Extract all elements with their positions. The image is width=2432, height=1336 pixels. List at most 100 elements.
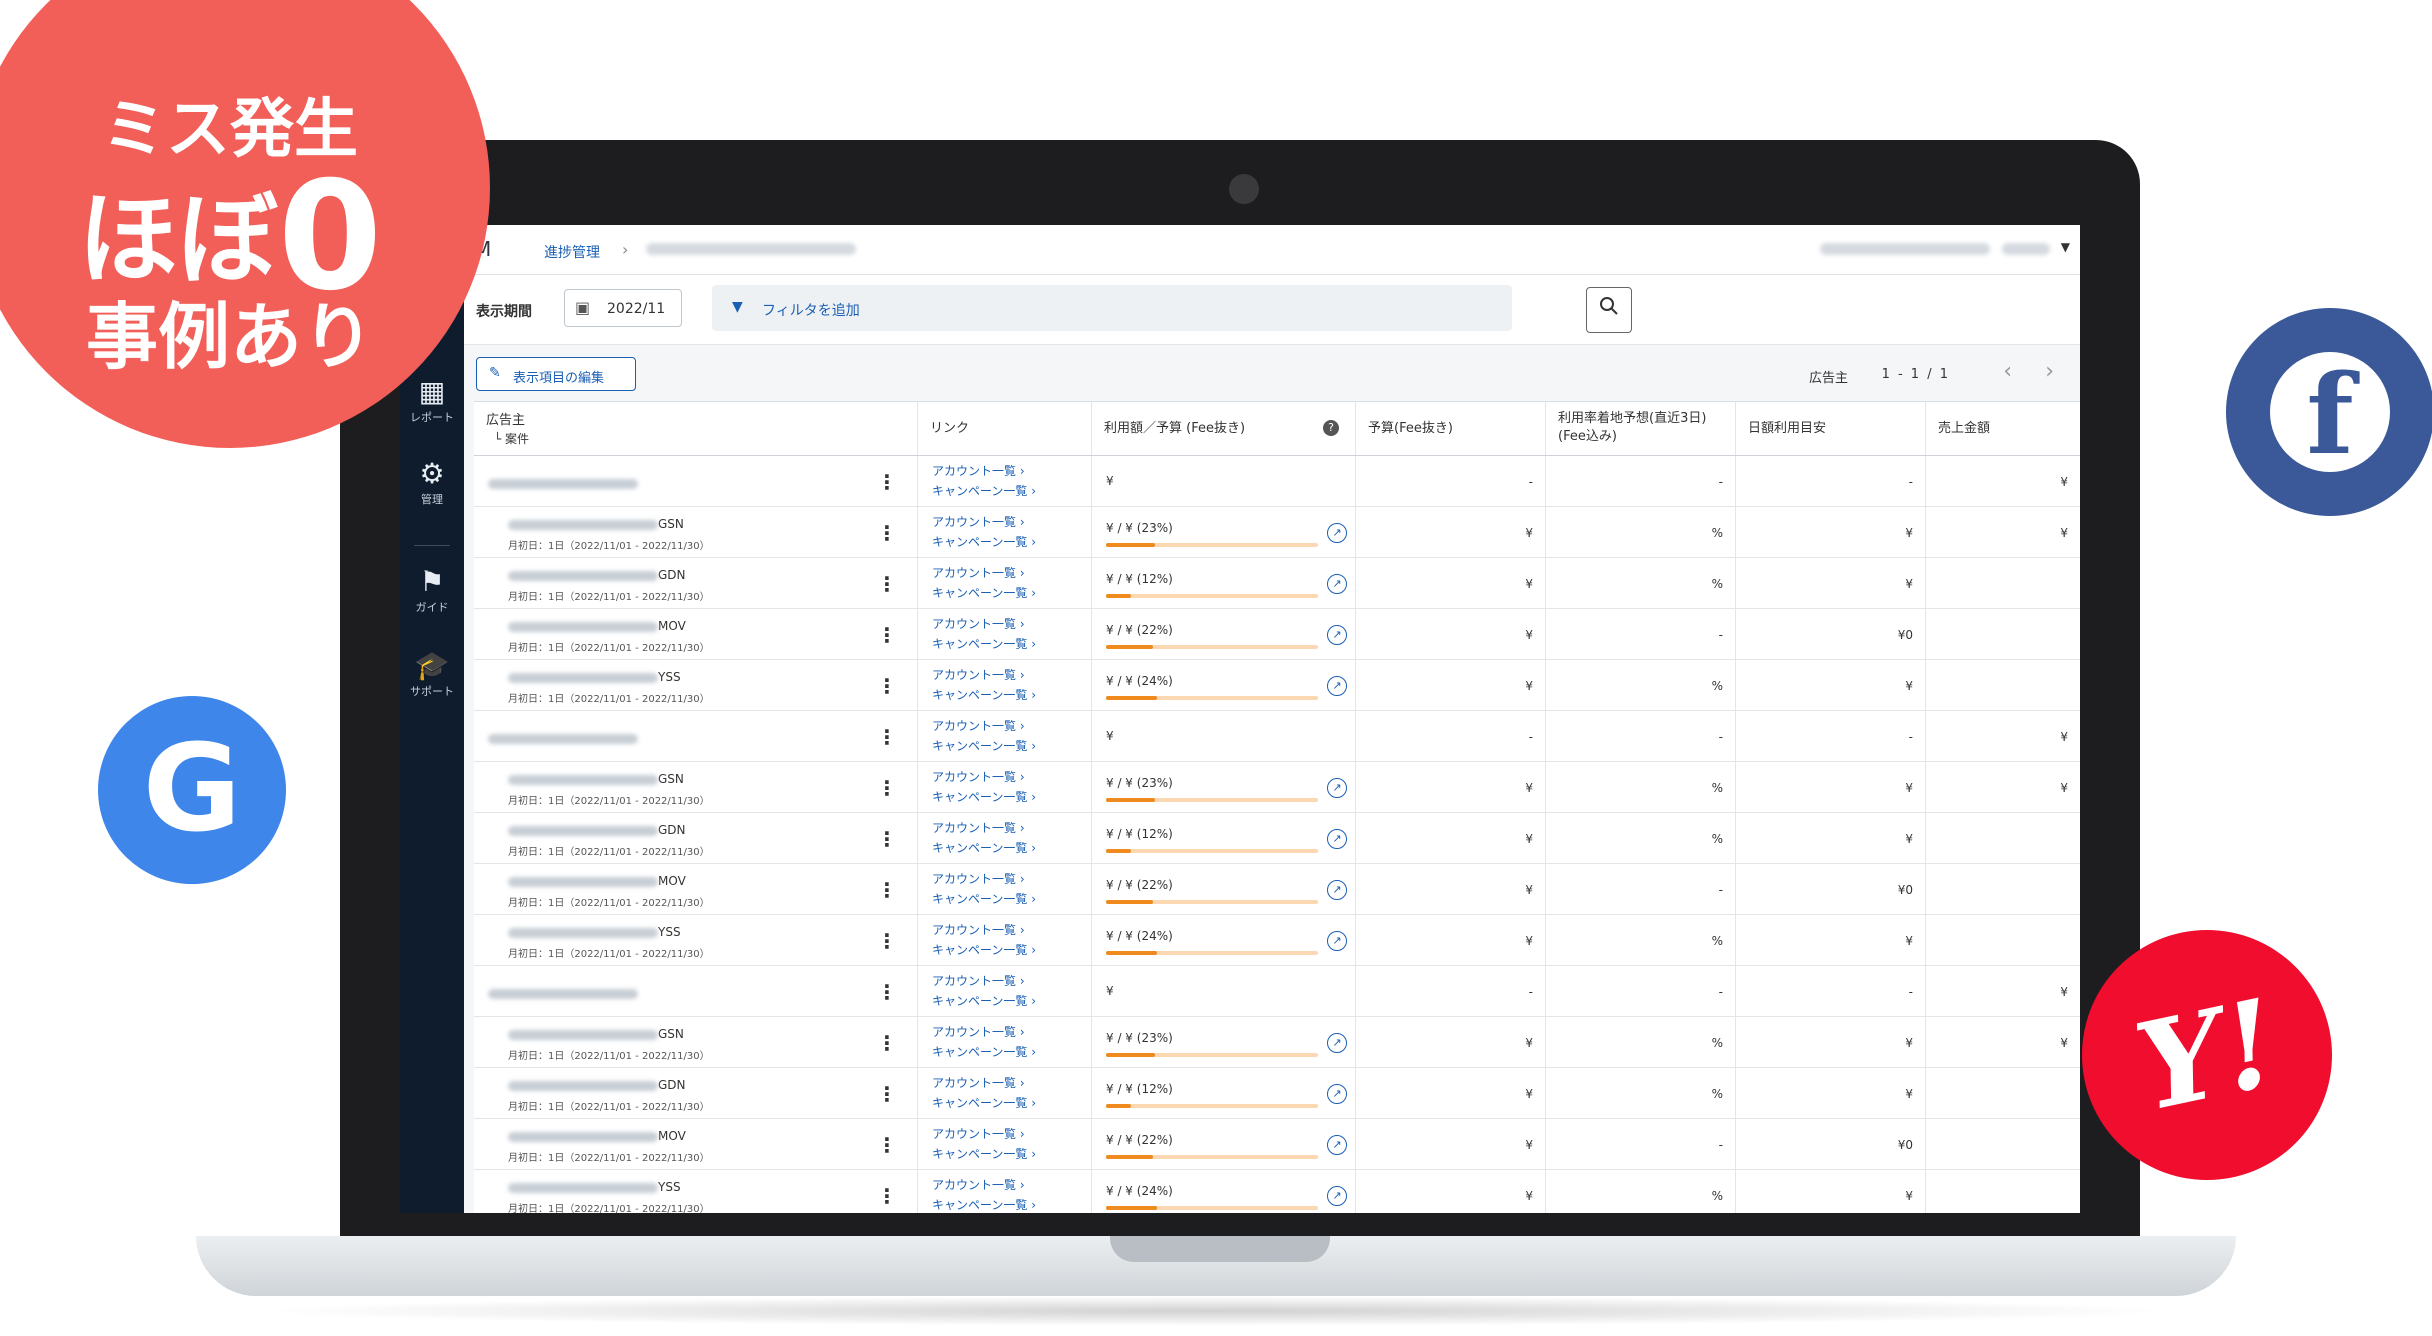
project-name[interactable]: GDN: [508, 823, 686, 837]
account-list-link[interactable]: アカウント一覧 ›: [932, 768, 1025, 785]
trend-chart-icon[interactable]: ↗: [1327, 625, 1347, 645]
daily-cell: ¥: [1736, 813, 1926, 863]
app-screen: ▦ レポート ⚙ 管理 ⚑ ガイド 🎓 サポート M 進捗管理 › ▼ 表示期間…: [400, 225, 2080, 1213]
trend-chart-icon[interactable]: ↗: [1327, 1186, 1347, 1206]
campaign-list-link[interactable]: キャンペーン一覧 ›: [932, 584, 1036, 601]
campaign-list-link[interactable]: キャンペーン一覧 ›: [932, 737, 1036, 754]
more-vert-icon[interactable]: ⋮: [877, 827, 897, 851]
campaign-list-link[interactable]: キャンペーン一覧 ›: [932, 533, 1036, 550]
sidebar-item-support[interactable]: 🎓 サポート: [400, 649, 464, 699]
campaign-list-link[interactable]: キャンペーン一覧 ›: [932, 1196, 1036, 1213]
campaign-list-link[interactable]: キャンペーン一覧 ›: [932, 1043, 1036, 1060]
account-list-link[interactable]: アカウント一覧 ›: [932, 1176, 1025, 1193]
rate-cell: %: [1546, 1170, 1736, 1213]
period-input[interactable]: ▣ 2022/11: [564, 289, 682, 327]
more-vert-icon[interactable]: ⋮: [877, 470, 897, 494]
project-name[interactable]: GSN: [508, 1027, 684, 1041]
advertiser-name[interactable]: [488, 476, 638, 492]
account-list-link[interactable]: アカウント一覧 ›: [932, 972, 1025, 989]
link-cell: アカウント一覧 › キャンペーン一覧 ›: [918, 1119, 1092, 1169]
more-vert-icon[interactable]: ⋮: [877, 1082, 897, 1106]
project-name[interactable]: GDN: [508, 568, 686, 582]
add-filter-field[interactable]: ▼ フィルタを追加: [712, 285, 1512, 331]
trend-chart-icon[interactable]: ↗: [1327, 1135, 1347, 1155]
google-icon: G: [142, 720, 242, 859]
more-vert-icon[interactable]: ⋮: [877, 623, 897, 647]
header-usage[interactable]: 利用額／予算 (Fee抜き) ?: [1092, 402, 1356, 455]
project-name[interactable]: YSS: [508, 1180, 681, 1194]
account-list-link[interactable]: アカウント一覧 ›: [932, 1074, 1025, 1091]
campaign-list-link[interactable]: キャンペーン一覧 ›: [932, 635, 1036, 652]
trend-chart-icon[interactable]: ↗: [1327, 829, 1347, 849]
account-list-link[interactable]: アカウント一覧 ›: [932, 666, 1025, 683]
user-role-blurred[interactable]: [2002, 243, 2050, 255]
chevron-right-icon[interactable]: ›: [2045, 359, 2054, 384]
campaign-list-link[interactable]: キャンペーン一覧 ›: [932, 941, 1036, 958]
trend-chart-icon[interactable]: ↗: [1327, 931, 1347, 951]
help-icon[interactable]: ?: [1323, 420, 1339, 436]
campaign-list-link[interactable]: キャンペーン一覧 ›: [932, 686, 1036, 703]
more-vert-icon[interactable]: ⋮: [877, 521, 897, 545]
more-vert-icon[interactable]: ⋮: [877, 929, 897, 953]
project-name[interactable]: GSN: [508, 772, 684, 786]
account-list-link[interactable]: アカウント一覧 ›: [932, 1125, 1025, 1142]
more-vert-icon[interactable]: ⋮: [877, 980, 897, 1004]
more-vert-icon[interactable]: ⋮: [877, 572, 897, 596]
edit-columns-button[interactable]: ✎ 表示項目の編集: [476, 357, 636, 391]
campaign-list-link[interactable]: キャンペーン一覧 ›: [932, 992, 1036, 1009]
project-name[interactable]: MOV: [508, 1129, 686, 1143]
more-vert-icon[interactable]: ⋮: [877, 725, 897, 749]
campaign-list-link[interactable]: キャンペーン一覧 ›: [932, 1094, 1036, 1111]
usage-cell: ¥: [1092, 456, 1356, 506]
advertiser-name[interactable]: [488, 986, 638, 1002]
project-name[interactable]: MOV: [508, 619, 686, 633]
header-rate[interactable]: 利用率着地予想(直近3日) (Fee込み): [1546, 402, 1736, 455]
breadcrumb-progress[interactable]: 進捗管理: [544, 242, 600, 262]
account-list-link[interactable]: アカウント一覧 ›: [932, 870, 1025, 887]
header-sales[interactable]: 売上金額: [1926, 402, 2080, 455]
more-vert-icon[interactable]: ⋮: [877, 1031, 897, 1055]
more-vert-icon[interactable]: ⋮: [877, 878, 897, 902]
account-list-link[interactable]: アカウント一覧 ›: [932, 462, 1025, 479]
trend-chart-icon[interactable]: ↗: [1327, 1033, 1347, 1053]
trend-chart-icon[interactable]: ↗: [1327, 1084, 1347, 1104]
trend-chart-icon[interactable]: ↗: [1327, 523, 1347, 543]
trend-chart-icon[interactable]: ↗: [1327, 880, 1347, 900]
campaign-list-link[interactable]: キャンペーン一覧 ›: [932, 1145, 1036, 1162]
project-name[interactable]: MOV: [508, 874, 686, 888]
header-daily[interactable]: 日額利用目安: [1736, 402, 1926, 455]
account-list-link[interactable]: アカウント一覧 ›: [932, 819, 1025, 836]
campaign-list-link[interactable]: キャンペーン一覧 ›: [932, 839, 1036, 856]
search-button[interactable]: [1586, 287, 1632, 333]
account-list-link[interactable]: アカウント一覧 ›: [932, 1023, 1025, 1040]
project-name[interactable]: YSS: [508, 670, 681, 684]
header-advertiser[interactable]: 広告主 └ 案件: [474, 402, 918, 455]
account-list-link[interactable]: アカウント一覧 ›: [932, 564, 1025, 581]
more-vert-icon[interactable]: ⋮: [877, 674, 897, 698]
advertiser-name[interactable]: [488, 731, 638, 747]
project-type: YSS: [658, 925, 681, 939]
account-list-link[interactable]: アカウント一覧 ›: [932, 615, 1025, 632]
more-vert-icon[interactable]: ⋮: [877, 1184, 897, 1208]
account-list-link[interactable]: アカウント一覧 ›: [932, 717, 1025, 734]
header-link: リンク: [918, 402, 1092, 455]
header-budget[interactable]: 予算(Fee抜き): [1356, 402, 1546, 455]
project-name[interactable]: GSN: [508, 517, 684, 531]
usage-progress-bar: [1106, 1206, 1318, 1210]
more-vert-icon[interactable]: ⋮: [877, 1133, 897, 1157]
caret-down-icon[interactable]: ▼: [2061, 240, 2070, 254]
campaign-list-link[interactable]: キャンペーン一覧 ›: [932, 482, 1036, 499]
account-list-link[interactable]: アカウント一覧 ›: [932, 921, 1025, 938]
campaign-list-link[interactable]: キャンペーン一覧 ›: [932, 890, 1036, 907]
sidebar-item-guide[interactable]: ⚑ ガイド: [400, 565, 464, 615]
trend-chart-icon[interactable]: ↗: [1327, 778, 1347, 798]
project-name[interactable]: YSS: [508, 925, 681, 939]
campaign-list-link[interactable]: キャンペーン一覧 ›: [932, 788, 1036, 805]
chevron-left-icon[interactable]: ‹: [2003, 359, 2012, 384]
trend-chart-icon[interactable]: ↗: [1327, 676, 1347, 696]
sidebar-item-manage[interactable]: ⚙ 管理: [400, 457, 464, 507]
more-vert-icon[interactable]: ⋮: [877, 776, 897, 800]
project-name[interactable]: GDN: [508, 1078, 686, 1092]
trend-chart-icon[interactable]: ↗: [1327, 574, 1347, 594]
account-list-link[interactable]: アカウント一覧 ›: [932, 513, 1025, 530]
